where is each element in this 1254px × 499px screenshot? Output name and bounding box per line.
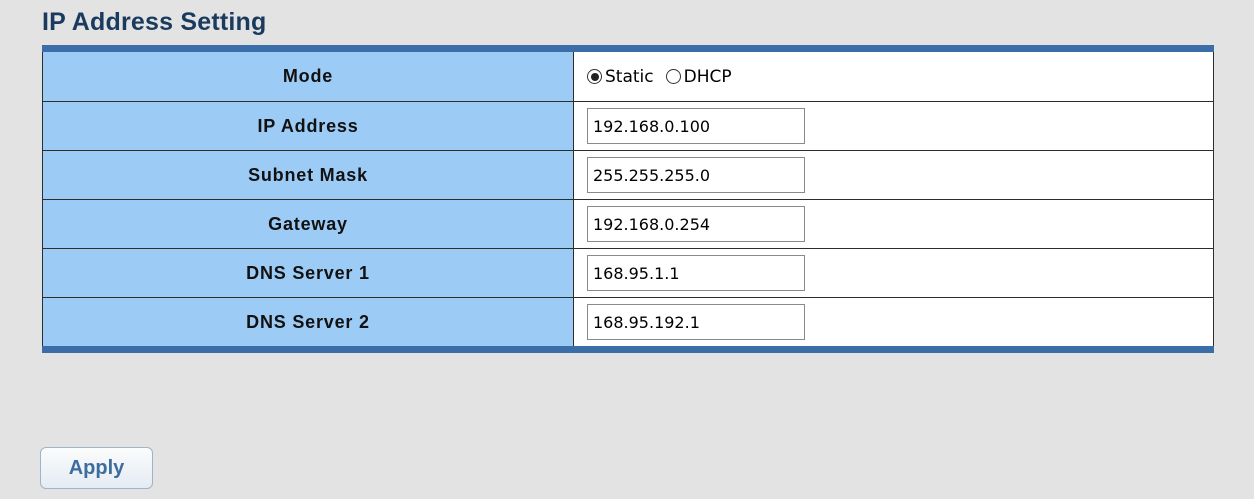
gateway-input[interactable] (587, 206, 805, 242)
radio-selected-icon[interactable] (587, 69, 602, 84)
dns-server-2-row: DNS Server 2 (42, 297, 1214, 350)
dns-server-2-input[interactable] (587, 304, 805, 340)
mode-static-radio[interactable]: Static (587, 67, 654, 87)
dns-server-1-row: DNS Server 1 (42, 248, 1214, 298)
ip-settings-table: Mode Static DHCP IP Address Subnet Mask (42, 45, 1214, 353)
mode-dhcp-radio[interactable]: DHCP (665, 66, 732, 87)
mode-static-label: Static (605, 66, 654, 87)
gateway-label: Gateway (42, 199, 574, 249)
ip-address-label: IP Address (42, 101, 574, 151)
mode-label: Mode (42, 48, 574, 102)
apply-button[interactable]: Apply (40, 447, 153, 489)
subnet-mask-label: Subnet Mask (42, 150, 574, 200)
radio-unselected-icon[interactable] (665, 69, 681, 84)
ip-address-row: IP Address (42, 101, 1214, 151)
ip-address-input[interactable] (587, 108, 805, 144)
mode-value-cell: Static DHCP (573, 48, 1214, 102)
dns-server-1-input[interactable] (587, 255, 805, 291)
dns-server-2-label: DNS Server 2 (42, 297, 574, 350)
subnet-mask-row: Subnet Mask (42, 150, 1214, 200)
dns-server-1-label: DNS Server 1 (42, 248, 574, 298)
mode-row: Mode Static DHCP (42, 48, 1214, 102)
gateway-row: Gateway (42, 199, 1214, 249)
mode-dhcp-label: DHCP (683, 66, 732, 87)
page-title: IP Address Setting (42, 8, 267, 36)
subnet-mask-input[interactable] (587, 157, 805, 193)
mode-radio-group: Static DHCP (587, 67, 1213, 87)
